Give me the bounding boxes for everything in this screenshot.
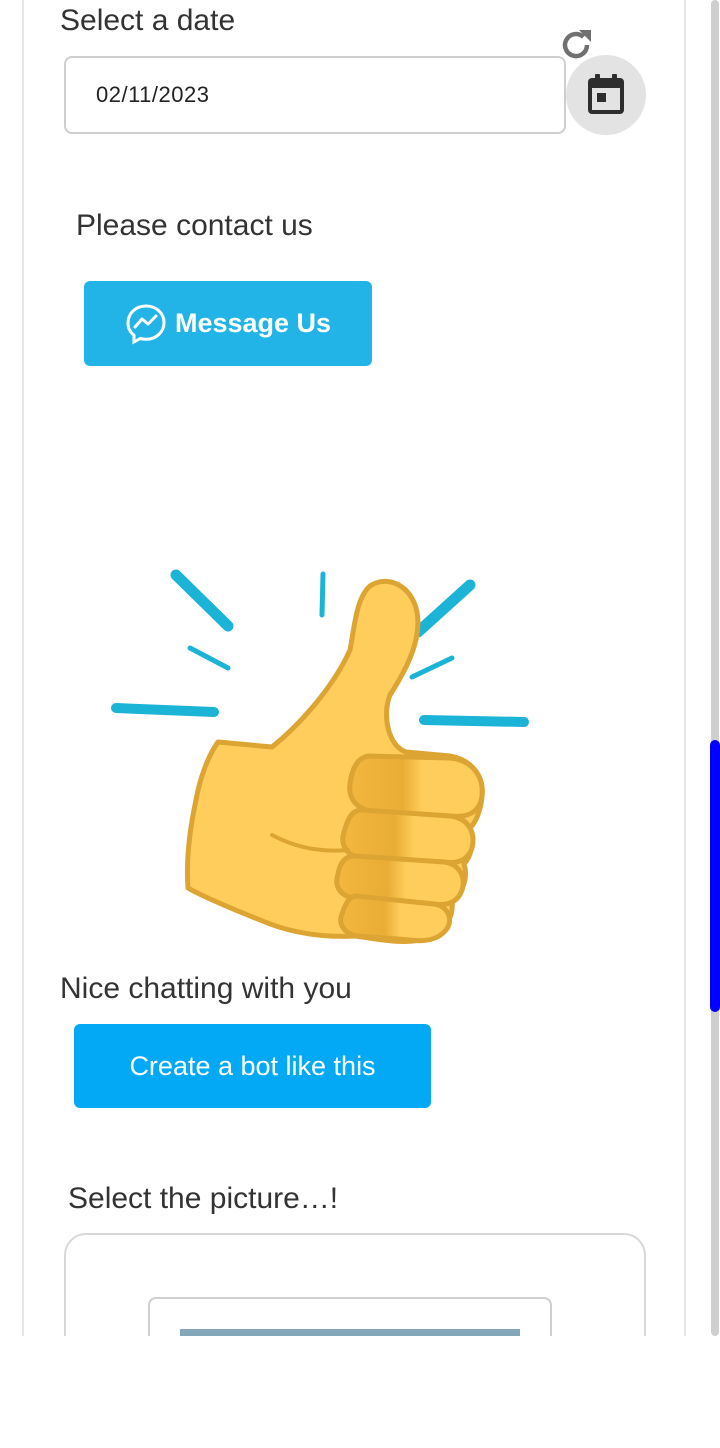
scrollbar-thumb[interactable]	[710, 740, 720, 1012]
message-us-label: Message Us	[174, 308, 332, 338]
contact-label: Please contact us	[76, 209, 313, 242]
calendar-icon	[588, 74, 624, 114]
chat-viewport: Select a date 02/11/2023 Please contact …	[0, 0, 720, 1336]
farewell-message: Nice chatting with you	[60, 972, 352, 1005]
calendar-button[interactable]	[566, 55, 646, 135]
refresh-icon[interactable]	[558, 27, 594, 63]
picture-select-label: Select the picture…!	[68, 1182, 339, 1215]
scrollbar-rail	[711, 0, 719, 1336]
picture-thumbnail	[180, 1329, 520, 1336]
date-picker-label: Select a date	[60, 4, 236, 37]
create-bot-button[interactable]: Create a bot like this	[74, 1024, 431, 1108]
picture-option[interactable]	[148, 1297, 552, 1336]
date-input[interactable]: 02/11/2023	[64, 56, 566, 134]
messenger-icon	[126, 303, 166, 345]
message-us-button[interactable]: Message Us	[84, 281, 372, 366]
date-value: 02/11/2023	[96, 82, 210, 107]
thumbs-up-sticker	[111, 569, 529, 944]
picture-carousel-card	[64, 1233, 646, 1336]
